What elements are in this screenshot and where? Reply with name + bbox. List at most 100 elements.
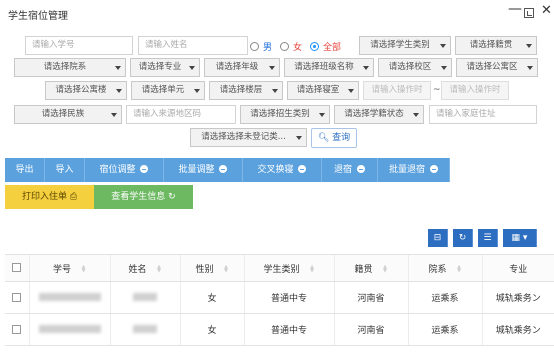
- export-button[interactable]: 导出: [5, 158, 45, 182]
- batch-checkout-label: 批量退宿: [389, 165, 426, 175]
- gender-male-radio[interactable]: [250, 41, 259, 51]
- chevron-down-icon: [194, 89, 200, 93]
- batch-checkout-button[interactable]: 批量退宿: [378, 158, 450, 182]
- column-header-label: 姓名: [128, 264, 147, 275]
- maximize-icon[interactable]: [524, 8, 534, 18]
- select-all-cell: [5, 254, 29, 282]
- swap-button[interactable]: 交叉换寝: [243, 158, 322, 182]
- major-value: 请选择专业: [138, 62, 182, 72]
- chevron-down-icon: [189, 66, 195, 70]
- redacted-value: [133, 325, 157, 333]
- native-cell: 河南省: [333, 313, 408, 346]
- apartment-area-select[interactable]: 请选择公寓区: [456, 58, 538, 77]
- campus-select[interactable]: 请选择校区: [378, 58, 452, 77]
- column-header-label: 学号: [52, 264, 71, 275]
- chevron-down-icon: [348, 89, 354, 93]
- row-checkbox[interactable]: [12, 324, 22, 334]
- op-time-end-input[interactable]: 请输入操作时: [441, 81, 509, 100]
- apartment-building-select[interactable]: 请选择公寓楼: [45, 81, 127, 100]
- chevron-down-icon: [269, 66, 275, 70]
- toggle-icon[interactable]: ⊟: [428, 229, 448, 247]
- batch-adjust-button[interactable]: 批量调整: [164, 158, 243, 182]
- unregistered-value: 请选择选择未登记类...: [201, 132, 286, 142]
- column-header-label: 籍贯: [354, 264, 373, 275]
- minus-circle-icon: [356, 165, 365, 173]
- enroll-type-select[interactable]: 请选择招生类别: [240, 105, 330, 124]
- chevron-down-icon: [413, 113, 419, 117]
- sort-icon: ▲ ▼: [310, 264, 314, 274]
- sort-icon: ▲ ▼: [81, 264, 86, 274]
- ethnicity-select[interactable]: 请选择民族: [14, 105, 122, 124]
- roll-status-select[interactable]: 请选择学籍状态: [334, 105, 424, 124]
- roll-status-value: 请选择学籍状态: [344, 109, 404, 119]
- column-header[interactable]: 学号 ▲ ▼: [28, 254, 110, 282]
- op-time-start-input[interactable]: 请输入操作时: [363, 81, 431, 100]
- table-header-row: 学号 ▲ ▼ 姓名 ▲ ▼ 性别 ▲ ▼ 学生类别 ▲ ▼ 籍贯 ▲ ▼ 院系 ▲ ▼ 专业: [5, 254, 554, 282]
- column-header[interactable]: 专业: [481, 254, 554, 282]
- chevron-down-icon: [319, 113, 325, 117]
- print-button[interactable]: 打印入住单 ⎙: [5, 185, 94, 209]
- student-table: 学号 ▲ ▼ 姓名 ▲ ▼ 性别 ▲ ▼ 学生类别 ▲ ▼ 籍贯 ▲ ▼ 院系 ▲ ▼ 专业 女 普通中…: [5, 254, 554, 346]
- home-address-input[interactable]: 请输入家庭住址: [429, 105, 537, 124]
- gender-male-label: 男: [263, 42, 273, 53]
- minimize-icon[interactable]: —: [508, 2, 522, 16]
- class-name-select[interactable]: 请选择班级名称: [284, 58, 374, 77]
- swap-label: 交叉换寝: [257, 165, 294, 175]
- major-cell: 城轨乘务ン: [481, 281, 554, 314]
- view-info-button[interactable]: 查看学生信息 ↻: [94, 185, 193, 209]
- student-type-select[interactable]: 请选择学生类别: [359, 36, 451, 55]
- unit-select[interactable]: 请选择单元: [131, 81, 205, 100]
- import-button[interactable]: 导入: [45, 158, 85, 182]
- gender-radio-group: 男 女 全部: [250, 38, 341, 54]
- unregistered-select[interactable]: 请选择选择未登记类...: [190, 128, 307, 147]
- gender-female-radio[interactable]: [280, 41, 290, 51]
- room-value: 请选择寝室: [296, 85, 340, 95]
- table-row[interactable]: 女 普通中专 河南省 运乘系 城轨乘务ン: [5, 313, 554, 346]
- redacted-value: [38, 293, 101, 301]
- column-header[interactable]: 姓名 ▲ ▼: [109, 254, 180, 282]
- column-header[interactable]: 院系 ▲ ▼: [407, 254, 482, 282]
- close-icon[interactable]: ✕: [541, 4, 552, 18]
- origin-area-input[interactable]: 请输入来源地区码: [126, 105, 236, 124]
- room-select[interactable]: 请选择寝室: [287, 81, 359, 100]
- name-input[interactable]: 请输入姓名: [138, 36, 248, 55]
- type-cell: 普通中专: [243, 281, 334, 314]
- gender-cell: 女: [179, 313, 244, 346]
- column-header[interactable]: 学生类别 ▲ ▼: [243, 254, 334, 282]
- sort-icon: ▲ ▼: [457, 264, 461, 274]
- sort-icon: ▲ ▼: [224, 264, 228, 274]
- student-no-cell: [28, 281, 110, 314]
- chevron-down-icon: [440, 44, 446, 48]
- floor-select[interactable]: 请选择楼层: [209, 81, 283, 100]
- department-select[interactable]: 请选择院系: [14, 58, 126, 77]
- column-header[interactable]: 籍贯 ▲ ▼: [333, 254, 408, 282]
- row-select-cell: [5, 313, 29, 346]
- columns-icon[interactable]: ▦ ▾: [503, 229, 537, 247]
- adjust-button[interactable]: 宿位调整: [85, 158, 164, 182]
- major-select[interactable]: 请选择专业: [130, 58, 200, 77]
- list-icon[interactable]: ☰: [478, 229, 498, 247]
- redacted-value: [38, 325, 101, 333]
- name-cell: [109, 281, 180, 314]
- native-select[interactable]: 请选择籍贯: [455, 36, 537, 55]
- row-checkbox[interactable]: [12, 292, 22, 302]
- chevron-down-icon: [111, 113, 117, 117]
- checkout-button[interactable]: 退宿: [322, 158, 378, 182]
- student-no-cell: [28, 313, 110, 346]
- query-button[interactable]: 🔍︎ 查询: [311, 128, 357, 148]
- column-header-label: 性别: [195, 264, 214, 275]
- column-header[interactable]: 性别 ▲ ▼: [179, 254, 244, 282]
- grade-select[interactable]: 请选择年级: [204, 58, 280, 77]
- select-all-checkbox[interactable]: [12, 263, 22, 272]
- query-label: 查询: [332, 133, 351, 143]
- title-bar: 学生宿位管理 — ✕: [0, 0, 554, 26]
- gender-all-radio[interactable]: [310, 41, 320, 51]
- table-row[interactable]: 女 普通中专 河南省 运乘系 城轨乘务ン: [5, 281, 554, 314]
- unit-value: 请选择单元: [141, 85, 185, 95]
- range-separator: ~: [433, 85, 441, 95]
- student-no-input[interactable]: 请输入学号: [25, 36, 133, 55]
- campus-value: 请选择校区: [388, 62, 432, 72]
- minus-circle-icon: [429, 165, 438, 173]
- apartment-building-value: 请选择公寓楼: [55, 85, 107, 95]
- refresh-icon[interactable]: ↻: [453, 229, 473, 247]
